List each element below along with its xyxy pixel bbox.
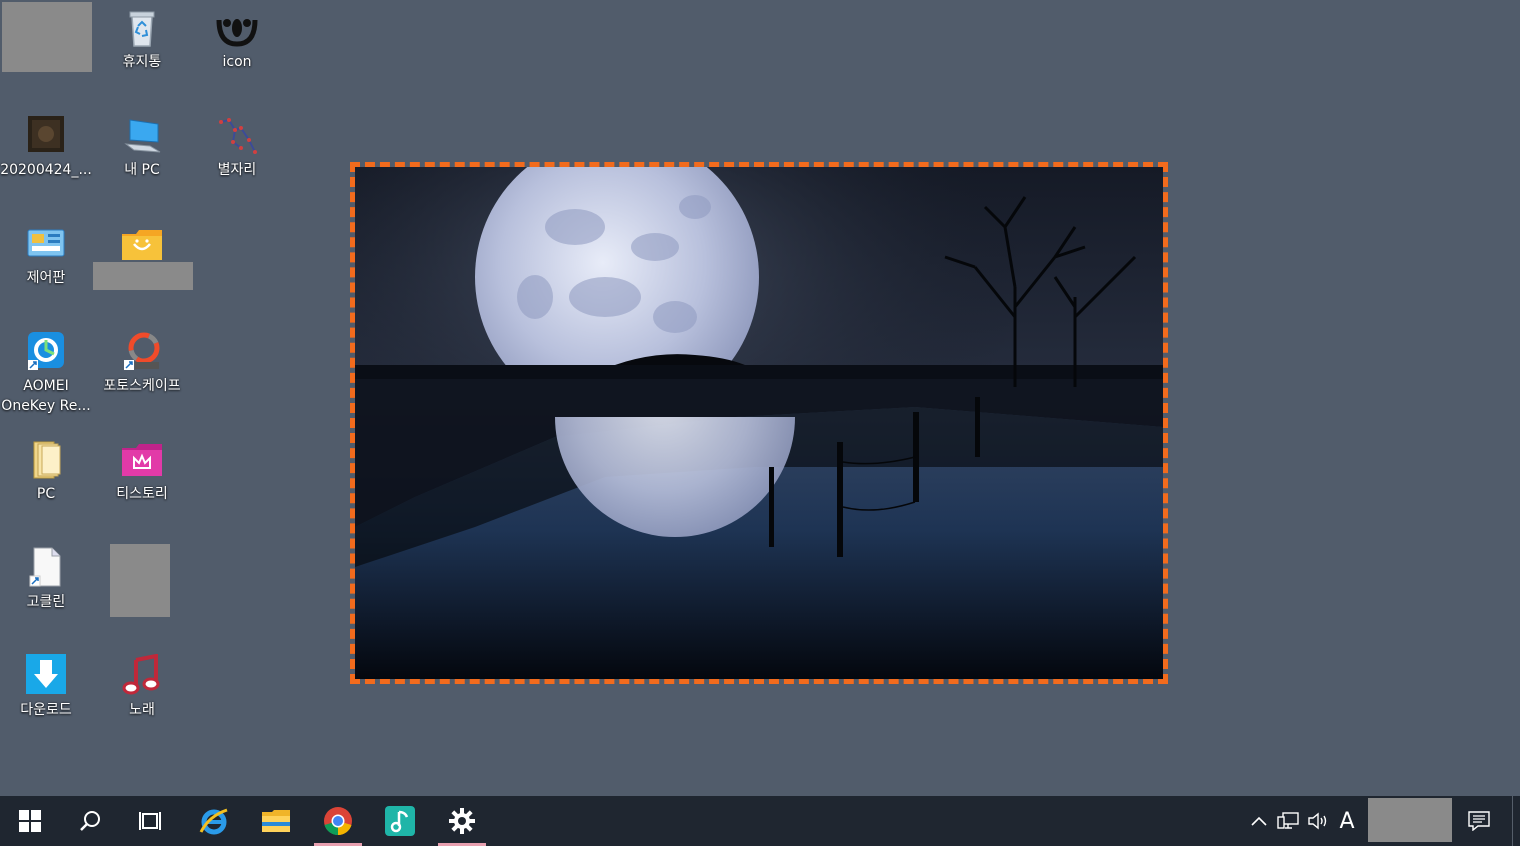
desktop-icon-label: 노래 [129, 702, 155, 718]
desktop-icon-pc-folder[interactable]: PC [0, 438, 94, 504]
taskbar-file-explorer[interactable] [250, 796, 302, 846]
search-button[interactable] [64, 796, 116, 846]
desktop-icon-label: 20200424_... [0, 162, 92, 178]
desktop-icon-music[interactable]: 노래 [94, 653, 190, 720]
search-icon [80, 811, 100, 831]
internet-explorer-icon [199, 808, 228, 835]
recycle-bin-icon [120, 6, 164, 50]
desktop-icon-aomei[interactable]: AOMEI OneKey Re... [0, 330, 94, 416]
goclean-shortcut-icon [24, 546, 68, 590]
image-file-icon [24, 114, 68, 158]
desktop-icon-label: 고클린 [26, 594, 66, 610]
volume-icon [1308, 812, 1327, 830]
show-hidden-icons-button[interactable] [1246, 796, 1272, 846]
desktop-icon-image-file[interactable]: 20200424_... [0, 114, 94, 180]
show-hidden-icons-icon [1251, 816, 1267, 826]
desktop: 휴지통 icon 20200424_... 내 PC 별자리 제어판 AOMEI… [0, 0, 1520, 796]
desktop-icon-label: 휴지통 [122, 54, 162, 70]
constellation-icon [215, 114, 259, 158]
download-icon [24, 654, 68, 698]
desktop-icon-folder-smiley[interactable] [94, 222, 190, 266]
desktop-icon-label: 제어판 [26, 270, 66, 286]
desktop-icon-photoscape[interactable]: 포토스케이프 [94, 330, 190, 396]
redacted-clock [1368, 798, 1452, 842]
app-icon [215, 6, 259, 50]
taskbar-settings[interactable] [436, 796, 488, 846]
control-panel-icon [24, 222, 68, 266]
taskbar: A [0, 796, 1520, 846]
aomei-onekey-icon [24, 330, 68, 374]
desktop-icon-recycle-bin[interactable]: 휴지통 [94, 6, 190, 72]
desktop-icon-constellation[interactable]: 별자리 [189, 114, 285, 180]
notification-button[interactable] [1460, 796, 1498, 846]
smiley-folder-icon [120, 222, 164, 266]
desktop-icon-label: icon [222, 54, 252, 70]
desktop-icon-app[interactable]: icon [189, 6, 285, 72]
tistory-folder-icon [120, 438, 164, 482]
network-icon [1277, 812, 1299, 829]
show-desktop-button[interactable] [1512, 796, 1520, 846]
desktop-icon-label: 별자리 [217, 162, 257, 178]
desktop-icon-tistory[interactable]: 티스토리 [94, 438, 190, 504]
file-explorer-icon [262, 810, 290, 832]
settings-icon [449, 808, 475, 834]
this-pc-icon [120, 114, 164, 158]
desktop-icon-control-panel[interactable]: 제어판 [0, 222, 94, 288]
desktop-icon-label: 내 PC [124, 162, 160, 178]
desktop-icon-label: AOMEI OneKey Re... [1, 378, 91, 414]
moon-lake-image [355, 167, 1163, 679]
notification-icon [1468, 811, 1490, 831]
desktop-icon-label: 포토스케이프 [103, 378, 181, 394]
taskbar-internet-explorer[interactable] [188, 796, 240, 846]
task-view-icon [139, 812, 161, 830]
redacted-icon [2, 2, 92, 72]
photoscape-icon [120, 330, 164, 374]
desktop-icon-label: PC [36, 486, 56, 502]
start-icon [19, 810, 41, 832]
redacted-label [93, 262, 193, 290]
volume-button[interactable] [1304, 796, 1332, 846]
folder-icon [24, 438, 68, 482]
music-app-icon [385, 806, 415, 836]
music-icon [120, 653, 164, 698]
desktop-icon-download[interactable]: 다운로드 [0, 654, 94, 720]
chrome-icon [324, 807, 352, 836]
desktop-icon-label: 티스토리 [116, 486, 168, 502]
network-button[interactable] [1274, 796, 1302, 846]
desktop-icon-this-pc[interactable]: 내 PC [94, 114, 190, 180]
redacted-icon [110, 544, 170, 617]
task-view-button[interactable] [124, 796, 176, 846]
desktop-icon-goclean[interactable]: 고클린 [0, 546, 94, 612]
snip-selection-frame[interactable] [350, 162, 1168, 684]
input-language-indicator[interactable]: A [1334, 796, 1360, 846]
taskbar-chrome[interactable] [312, 796, 364, 846]
taskbar-music-app[interactable] [374, 796, 426, 846]
start-button[interactable] [4, 796, 56, 846]
desktop-icon-label: 다운로드 [20, 702, 72, 718]
